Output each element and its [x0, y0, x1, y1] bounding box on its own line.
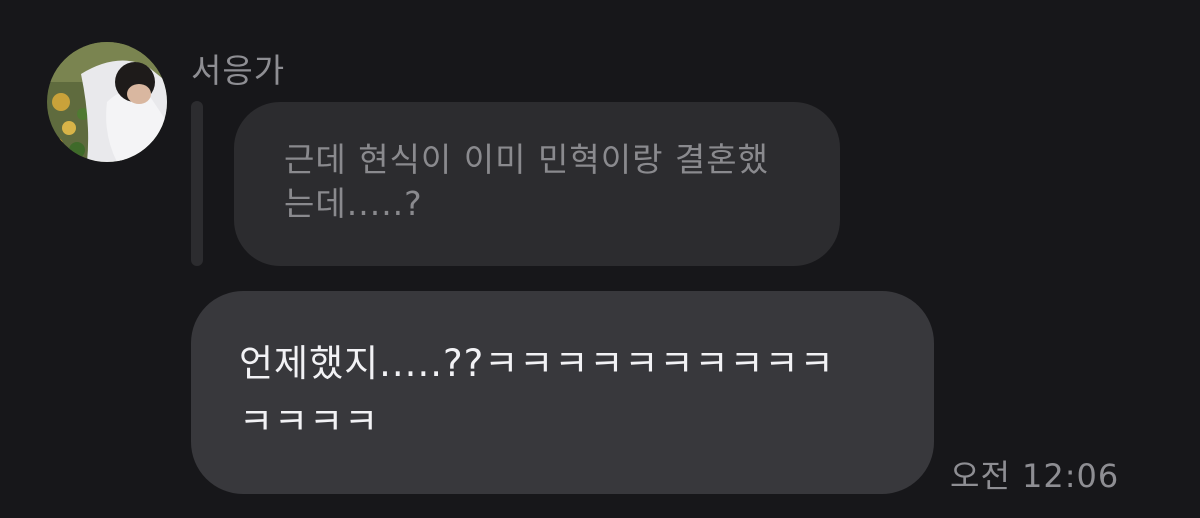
profile-photo-avatar-icon — [47, 42, 167, 162]
quoted-message-text: 근데 현식이 이미 민혁이랑 결혼했 는데.....? — [284, 140, 769, 223]
message-timestamp: 오전 12:06 — [950, 457, 1120, 495]
reply-indicator-bar — [191, 101, 203, 266]
message-bubble[interactable]: 언제했지.....??ㅋㅋㅋㅋㅋㅋㅋㅋㅋㅋ ㅋㅋㅋㅋ — [191, 291, 934, 494]
avatar[interactable] — [47, 42, 167, 162]
chat-screen: 서응가 근데 현식이 이미 민혁이랑 결혼했 는데.....? 언제했지....… — [0, 0, 1200, 518]
message-text: 언제했지.....??ㅋㅋㅋㅋㅋㅋㅋㅋㅋㅋ ㅋㅋㅋㅋ — [239, 342, 835, 443]
sender-name: 서응가 — [191, 51, 286, 90]
quoted-message-bubble[interactable]: 근데 현식이 이미 민혁이랑 결혼했 는데.....? — [234, 102, 840, 266]
